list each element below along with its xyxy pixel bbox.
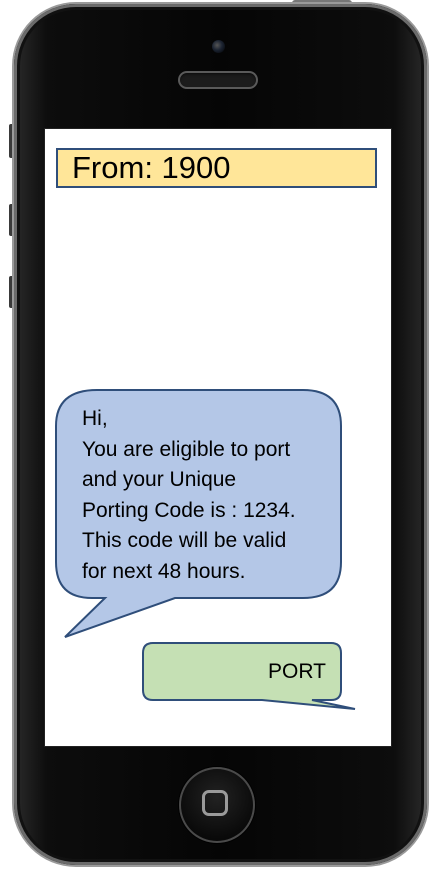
sender-label: From: 1900: [72, 150, 231, 185]
sender-header: From: 1900: [56, 148, 377, 188]
reply-port-label: PORT: [268, 660, 326, 683]
home-button-icon: [202, 790, 228, 816]
message-line: Porting Code is : 1234.: [82, 498, 296, 522]
message-line: and your Unique: [82, 468, 237, 491]
message-line: You are eligible to port: [82, 437, 291, 461]
incoming-message-text: Hi, You are eligible to port and your Un…: [82, 404, 327, 587]
message-line: This code will be valid: [82, 529, 287, 552]
front-camera-icon: [212, 40, 225, 53]
message-line: for next 48 hours.: [82, 559, 246, 583]
message-line: Hi,: [82, 407, 108, 430]
phone-mockup: From: 1900 Hi, You are eligible to port …: [0, 0, 434, 869]
home-button[interactable]: [179, 767, 255, 843]
earpiece-speaker-icon: [178, 71, 258, 89]
